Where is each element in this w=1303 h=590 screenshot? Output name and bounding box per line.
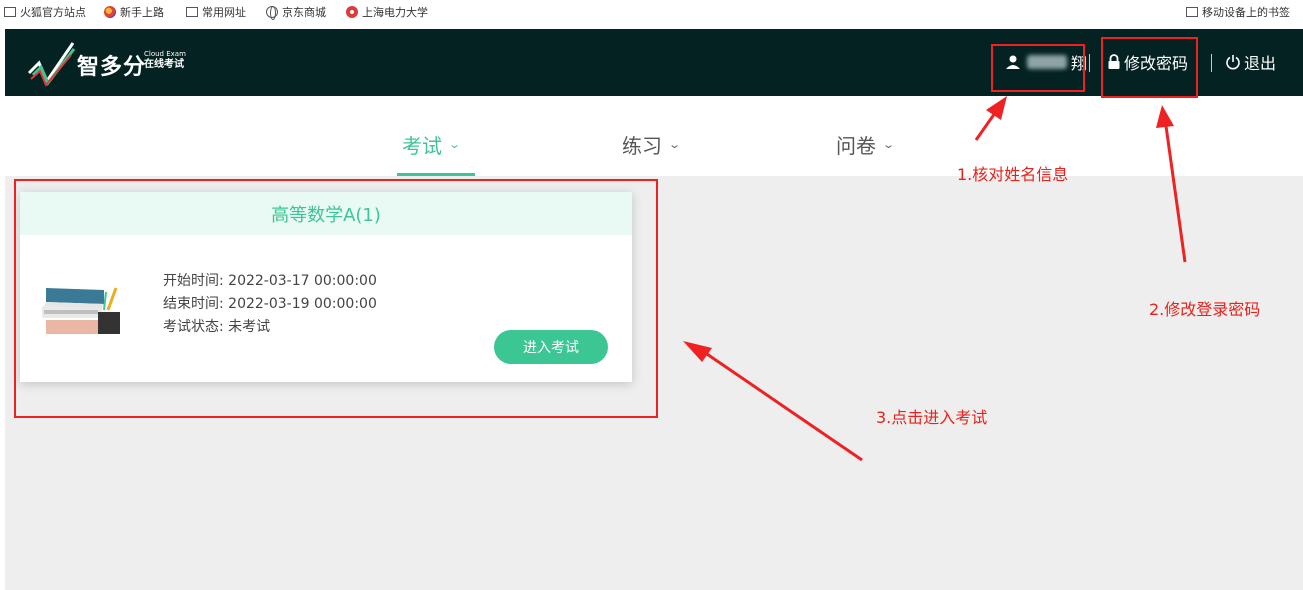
exam-card: 高等数学A(1) 开始时间: 2022-03-17 00:00:00 结束时间:… <box>20 192 632 382</box>
logo-subtitle: Cloud Exam 在线考试 <box>144 51 186 70</box>
end-label: 结束时间: <box>163 296 224 312</box>
exam-info: 开始时间: 2022-03-17 00:00:00 结束时间: 2022-03-… <box>163 270 377 339</box>
user-icon <box>1006 55 1020 69</box>
bookmark-label: 新手上路 <box>120 6 164 19</box>
site-header: 智多分 Cloud Exam 在线考试 翔 修改密码 退出 <box>5 29 1303 96</box>
enter-exam-button[interactable]: 进入考试 <box>494 330 608 364</box>
annotation-step2: 2.修改登录密码 <box>1149 300 1261 319</box>
exam-end-row: 结束时间: 2022-03-19 00:00:00 <box>163 293 377 316</box>
logout-label: 退出 <box>1244 54 1277 73</box>
bookmark-label: 常用网址 <box>202 6 246 19</box>
tab-label: 练习 <box>622 134 662 158</box>
user-info[interactable]: 翔 <box>1005 51 1087 73</box>
lock-icon <box>1108 54 1120 69</box>
bookmark-label: 京东商城 <box>282 6 326 19</box>
bookmark-item[interactable]: 火狐官方站点 <box>4 4 86 20</box>
chevron-down-icon: ⌄ <box>882 138 896 151</box>
start-label: 开始时间: <box>163 273 224 289</box>
logo-icon <box>27 42 76 87</box>
logo-subtitle-en: Cloud Exam <box>144 50 186 58</box>
exam-title: 高等数学A(1) <box>271 204 381 226</box>
folder-icon <box>186 7 198 17</box>
tab-label: 考试 <box>402 134 442 158</box>
end-time: 2022-03-19 00:00:00 <box>228 296 377 312</box>
tab-survey[interactable]: 问卷 ⌄ <box>836 130 896 159</box>
folder-icon <box>4 7 16 17</box>
page-root: 火狐官方站点 新手上路 常用网址 京东商城 上海电力大学 移动设备上的书签 智多… <box>0 0 1303 590</box>
mobile-bookmarks-label: 移动设备上的书签 <box>1202 6 1290 19</box>
start-time: 2022-03-17 00:00:00 <box>228 273 377 289</box>
power-icon <box>1226 55 1240 70</box>
bookmark-item[interactable]: 新手上路 <box>104 4 164 20</box>
mobile-bookmarks[interactable]: 移动设备上的书签 <box>1186 4 1290 20</box>
logout-button[interactable]: 退出 <box>1225 51 1276 73</box>
user-name: 翔 <box>1071 54 1088 73</box>
folder-icon <box>1186 7 1198 17</box>
bookmark-item[interactable]: 京东商城 <box>266 4 326 20</box>
exam-card-header: 高等数学A(1) <box>20 192 632 235</box>
bookmark-label: 上海电力大学 <box>362 6 428 19</box>
logo-subtitle-cn: 在线考试 <box>144 59 184 70</box>
change-password-label: 修改密码 <box>1124 54 1189 73</box>
header-divider <box>1211 54 1212 72</box>
globe-icon <box>266 6 278 20</box>
redacted-name <box>1027 55 1067 69</box>
bookmark-item[interactable]: 上海电力大学 <box>346 4 428 20</box>
annotation-step3: 3.点击进入考试 <box>876 408 988 427</box>
tab-practice[interactable]: 练习 ⌄ <box>622 130 682 159</box>
change-password-button[interactable]: 修改密码 <box>1107 51 1188 73</box>
chevron-down-icon: ⌄ <box>448 138 462 151</box>
university-icon <box>346 6 358 18</box>
tab-exam[interactable]: 考试 ⌄ <box>402 130 462 159</box>
annotation-step1: 1.核对姓名信息 <box>957 165 1069 184</box>
bookmark-item[interactable]: 常用网址 <box>186 4 246 20</box>
content-area: 高等数学A(1) 开始时间: 2022-03-17 00:00:00 结束时间:… <box>5 176 1303 590</box>
main-nav: 考试 ⌄ 练习 ⌄ 问卷 ⌄ <box>5 96 1303 176</box>
logo-text: 智多分 <box>77 55 147 80</box>
header-divider <box>1089 54 1090 72</box>
books-icon <box>42 287 120 334</box>
bookmark-label: 火狐官方站点 <box>20 6 86 19</box>
tab-label: 问卷 <box>836 134 876 158</box>
status-label: 考试状态: <box>163 319 224 335</box>
chevron-down-icon: ⌄ <box>668 138 682 151</box>
bookmarks-bar: 火狐官方站点 新手上路 常用网址 京东商城 上海电力大学 移动设备上的书签 <box>0 0 1303 28</box>
exam-start-row: 开始时间: 2022-03-17 00:00:00 <box>163 270 377 293</box>
exam-status: 未考试 <box>228 319 271 335</box>
exam-status-row: 考试状态: 未考试 <box>163 316 377 339</box>
firefox-icon <box>104 6 116 18</box>
